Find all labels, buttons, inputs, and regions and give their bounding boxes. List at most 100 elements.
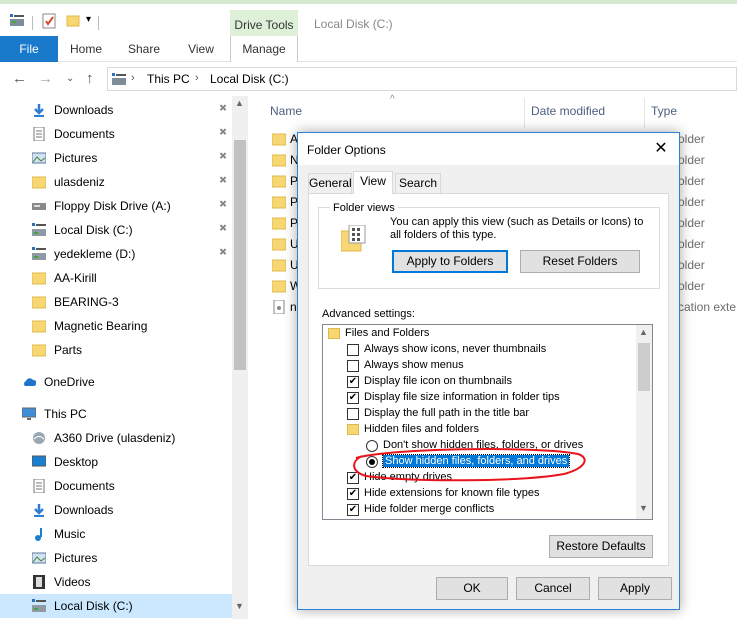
apply-button[interactable]: Apply bbox=[598, 577, 672, 600]
folder-views-description: You can apply this view (such as Details… bbox=[390, 216, 644, 241]
sidebar-item[interactable]: Floppy Disk Drive (A:) ✚ bbox=[0, 194, 232, 218]
checkbox[interactable]: ✔ bbox=[347, 504, 359, 516]
close-icon[interactable]: ✕ bbox=[646, 139, 676, 159]
file-type: older bbox=[678, 279, 705, 293]
documents-icon bbox=[32, 126, 46, 142]
column-header-name[interactable]: Name bbox=[270, 104, 302, 118]
advanced-setting-row[interactable]: ✔ Display file icon on thumbnails bbox=[323, 374, 635, 390]
sidebar-item[interactable]: Documents bbox=[0, 474, 232, 498]
breadcrumb-local-disk[interactable]: Local Disk (C:) bbox=[210, 72, 289, 86]
new-folder-icon[interactable] bbox=[66, 13, 80, 30]
column-header-date-modified[interactable]: Date modified bbox=[531, 104, 605, 118]
back-arrow-icon[interactable]: ← bbox=[12, 70, 27, 87]
folder-icon bbox=[31, 343, 47, 357]
dialog-title-bar[interactable]: Folder Options ✕ bbox=[298, 133, 679, 165]
restore-defaults-button[interactable]: Restore Defaults bbox=[549, 535, 653, 558]
breadcrumb-separator[interactable]: › bbox=[195, 72, 199, 84]
tab-view-dialog[interactable]: View bbox=[353, 171, 393, 194]
scrollbar-thumb[interactable] bbox=[234, 140, 246, 370]
sidebar-item[interactable]: OneDrive bbox=[0, 370, 232, 394]
reset-folders-button[interactable]: Reset Folders bbox=[520, 250, 640, 273]
folder-icon bbox=[31, 319, 47, 333]
sidebar-item[interactable]: A360 Drive (ulasdeniz) bbox=[0, 426, 232, 450]
tab-manage[interactable]: Manage bbox=[230, 36, 298, 62]
sidebar-item[interactable]: Local Disk (C:) bbox=[0, 594, 232, 618]
sidebar-item-label: yedekleme (D:) bbox=[54, 247, 136, 261]
checkbox[interactable] bbox=[347, 360, 359, 372]
checkbox[interactable]: ✔ bbox=[347, 392, 359, 404]
up-arrow-icon[interactable]: ↑ bbox=[86, 70, 94, 87]
tab-file[interactable]: File bbox=[0, 36, 58, 62]
advanced-setting-row[interactable]: Always show menus bbox=[323, 358, 635, 374]
pin-icon: ✚ bbox=[215, 197, 230, 212]
tab-general[interactable]: General bbox=[308, 173, 352, 193]
checkbox[interactable]: ✔ bbox=[347, 488, 359, 500]
radio-button[interactable] bbox=[366, 456, 378, 468]
tab-share[interactable]: Share bbox=[120, 36, 168, 62]
sidebar-item-label: ulasdeniz bbox=[54, 175, 105, 189]
folder-icon bbox=[271, 195, 287, 209]
advanced-settings-tree[interactable]: Files and Folders Always show icons, neve… bbox=[322, 324, 653, 520]
advanced-setting-row[interactable]: Files and Folders bbox=[323, 326, 635, 342]
checkbox[interactable]: ✔ bbox=[347, 376, 359, 388]
navigation-pane-scrollbar[interactable]: ▲ ▼ bbox=[232, 96, 248, 619]
scroll-down-icon[interactable]: ▼ bbox=[639, 503, 648, 513]
sidebar-item[interactable]: Pictures bbox=[0, 546, 232, 570]
scroll-up-icon[interactable]: ▲ bbox=[235, 98, 244, 108]
sidebar-item[interactable]: Videos bbox=[0, 570, 232, 594]
sidebar-item[interactable]: AA-Kirill bbox=[0, 266, 232, 290]
advanced-setting-row[interactable]: ✔ Hide extensions for known file types bbox=[323, 486, 635, 502]
tab-search[interactable]: Search bbox=[395, 173, 441, 193]
advanced-setting-label: Display file icon on thumbnails bbox=[364, 375, 512, 387]
properties-icon[interactable] bbox=[42, 13, 56, 32]
advanced-setting-row[interactable]: ✔ Hide empty drives bbox=[323, 470, 635, 486]
breadcrumb-this-pc[interactable]: This PC bbox=[147, 72, 190, 86]
sidebar-item[interactable]: ulasdeniz ✚ bbox=[0, 170, 232, 194]
sidebar-item[interactable]: Music bbox=[0, 522, 232, 546]
advanced-setting-label: Display the full path in the title bar bbox=[364, 407, 530, 419]
radio-button[interactable] bbox=[366, 440, 378, 452]
cancel-button[interactable]: Cancel bbox=[516, 577, 590, 600]
advanced-setting-row[interactable]: Don't show hidden files, folders, or dri… bbox=[323, 438, 635, 454]
apply-to-folders-button[interactable]: Apply to Folders bbox=[392, 250, 508, 273]
sidebar-item[interactable]: yedekleme (D:) ✚ bbox=[0, 242, 232, 266]
column-divider[interactable] bbox=[524, 98, 525, 128]
tab-home[interactable]: Home bbox=[62, 36, 110, 62]
sidebar-item[interactable]: Documents ✚ bbox=[0, 122, 232, 146]
ok-button[interactable]: OK bbox=[436, 577, 508, 600]
sidebar-item-label: A360 Drive (ulasdeniz) bbox=[54, 431, 176, 445]
checkbox[interactable] bbox=[347, 344, 359, 356]
tab-view[interactable]: View bbox=[178, 36, 224, 62]
forward-arrow-icon[interactable]: → bbox=[38, 70, 53, 87]
advanced-setting-row[interactable]: ✔ Hide folder merge conflicts bbox=[323, 502, 635, 518]
checkbox[interactable] bbox=[347, 408, 359, 420]
sidebar-item[interactable]: This PC bbox=[0, 402, 232, 426]
sidebar-item[interactable]: Local Disk (C:) ✚ bbox=[0, 218, 232, 242]
sidebar-item[interactable]: Downloads ✚ bbox=[0, 98, 232, 122]
advanced-setting-row[interactable]: Hidden files and folders bbox=[323, 422, 635, 438]
sidebar-item[interactable]: Desktop bbox=[0, 450, 232, 474]
advanced-settings-scrollbar[interactable]: ▲ ▼ bbox=[636, 325, 652, 519]
column-header-type[interactable]: Type bbox=[651, 104, 677, 118]
customize-qat-icon[interactable]: ▾ bbox=[86, 14, 91, 25]
advanced-setting-label: Always show icons, never thumbnails bbox=[364, 343, 547, 355]
advanced-setting-row[interactable]: ✔ Display file size information in folder… bbox=[323, 390, 635, 406]
checkbox[interactable]: ✔ bbox=[347, 472, 359, 484]
sidebar-item[interactable]: BEARING-3 bbox=[0, 290, 232, 314]
column-divider[interactable] bbox=[644, 98, 645, 128]
scroll-down-icon[interactable]: ▼ bbox=[235, 601, 244, 611]
breadcrumb-separator[interactable]: › bbox=[131, 72, 135, 84]
advanced-setting-row[interactable]: Always show icons, never thumbnails bbox=[323, 342, 635, 358]
sidebar-item[interactable]: Downloads bbox=[0, 498, 232, 522]
scrollbar-thumb[interactable] bbox=[638, 343, 650, 391]
scroll-up-icon[interactable]: ▲ bbox=[639, 327, 648, 337]
advanced-setting-row[interactable]: Display the full path in the title bar bbox=[323, 406, 635, 422]
advanced-setting-row[interactable]: Show hidden files, folders, and drives bbox=[323, 454, 635, 470]
sidebar-item[interactable]: Pictures ✚ bbox=[0, 146, 232, 170]
recent-locations-chevron-icon[interactable]: ⌄ bbox=[66, 73, 74, 84]
address-bar[interactable]: › This PC › Local Disk (C:) bbox=[107, 67, 737, 91]
explorer-app-icon[interactable] bbox=[10, 14, 24, 29]
pictures-icon bbox=[31, 551, 47, 565]
sidebar-item[interactable]: Magnetic Bearing bbox=[0, 314, 232, 338]
sidebar-item[interactable]: Parts bbox=[0, 338, 232, 362]
